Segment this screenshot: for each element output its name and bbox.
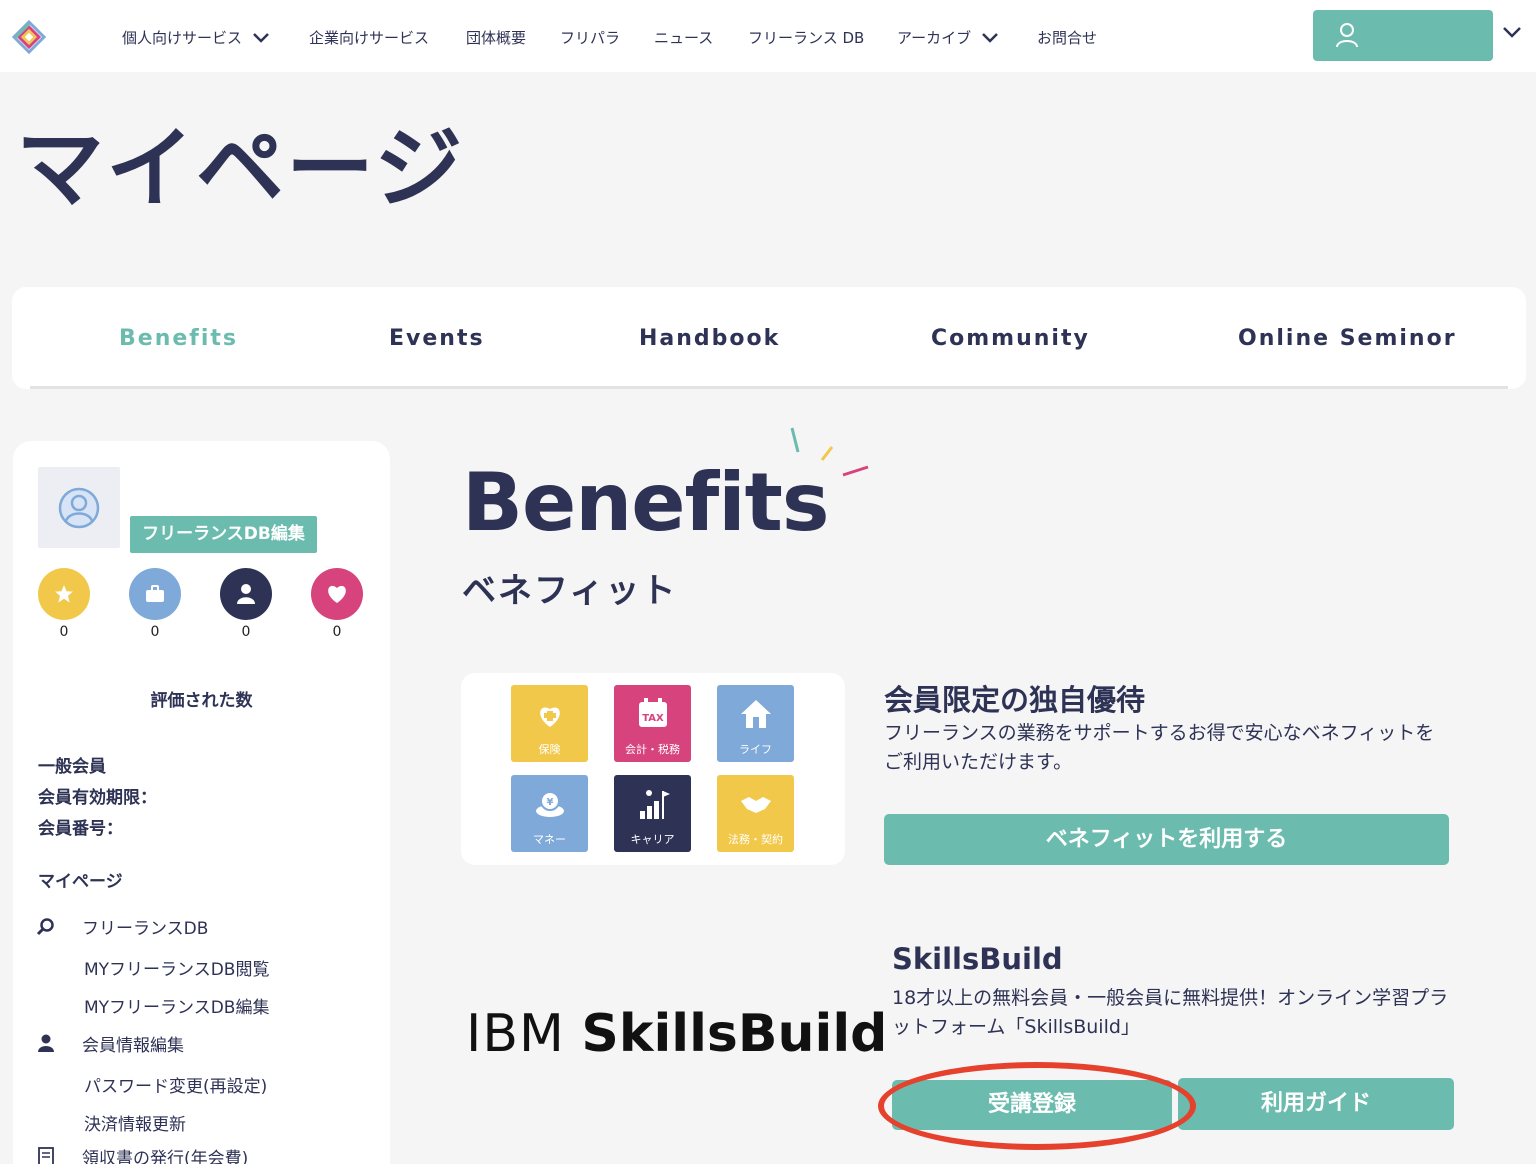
- svg-text:TAX: TAX: [642, 713, 664, 724]
- tile-tax-label: 会計・税務: [625, 743, 680, 756]
- benefits-subheading: ベネフィット: [462, 571, 678, 611]
- money-icon: ¥: [536, 791, 564, 817]
- person-icon: [220, 568, 272, 620]
- tile-legal-label: 法務・契約: [728, 833, 783, 846]
- highlight-ellipse: [878, 1062, 1196, 1150]
- nav-contact-label: お問合せ: [1037, 29, 1098, 47]
- star-icon: [38, 568, 90, 620]
- tab-community[interactable]: Community: [931, 326, 1090, 351]
- sidebar-link-my-db-view[interactable]: MYフリーランスDB閲覧: [84, 955, 269, 980]
- rating-label: 評価された数: [150, 691, 253, 711]
- receipt-icon: [38, 1147, 54, 1164]
- ibm-logo-text: IBM: [466, 1004, 565, 1064]
- nav-about[interactable]: 団体概要: [466, 27, 526, 48]
- freelance-db-edit-button[interactable]: フリーランスDB編集: [130, 516, 317, 553]
- nav-furipara-label: フリパラ: [560, 29, 621, 47]
- user-name: ・・・・: [1369, 27, 1430, 45]
- stat-heart-count: 0: [332, 624, 342, 640]
- nav-freelance-db[interactable]: フリーランス DB: [748, 27, 864, 48]
- user-account-button[interactable]: ・・・・: [1313, 10, 1493, 61]
- nav-archive-label: アーカイブ: [897, 29, 972, 47]
- tab-handbook[interactable]: Handbook: [639, 326, 780, 351]
- nav-contact[interactable]: お問合せ: [1037, 27, 1097, 48]
- sidebar-link-member-edit[interactable]: 会員情報編集: [82, 1031, 184, 1056]
- nav-news-label: ニュース: [654, 29, 714, 47]
- tile-career: キャリア: [614, 775, 691, 852]
- nav-freelance-db-label: フリーランス DB: [748, 29, 865, 47]
- nav-business-services[interactable]: 企業向けサービス: [309, 27, 429, 48]
- page-title: マイページ: [16, 117, 465, 220]
- nav-archive[interactable]: アーカイブ: [897, 27, 999, 48]
- briefcase-icon: [129, 568, 181, 620]
- member-number: 会員番号：: [38, 819, 123, 839]
- sidebar-link-freelance-db[interactable]: フリーランスDB: [82, 914, 208, 939]
- benefit-section-title: 会員限定の独自優待: [884, 683, 1146, 717]
- stat-person: 0: [220, 568, 272, 640]
- tile-money: ¥ マネー: [511, 775, 588, 852]
- tile-career-label: キャリア: [630, 833, 675, 846]
- chevron-down-icon: [253, 32, 269, 43]
- skillsbuild-section-title: SkillsBuild: [892, 942, 1063, 976]
- tab-events[interactable]: Events: [389, 326, 485, 351]
- tile-insurance-label: 保険: [538, 743, 561, 756]
- member-expiry: 会員有効期限：: [38, 788, 157, 808]
- usage-guide-button[interactable]: 利用ガイド: [1178, 1078, 1454, 1130]
- chevron-down-icon[interactable]: [1502, 26, 1522, 40]
- handshake-icon: [741, 797, 771, 813]
- sparkle-decoration: [790, 427, 869, 477]
- top-navbar: 個人向けサービス 企業向けサービス 団体概要 フリパラ ニュース フリーランス …: [0, 0, 1536, 72]
- stat-star: 0: [38, 568, 90, 640]
- insurance-icon: [540, 707, 560, 727]
- mypage-section-title: マイページ: [38, 872, 123, 892]
- tile-money-label: マネー: [533, 833, 566, 846]
- nav-news[interactable]: ニュース: [654, 27, 713, 48]
- sidebar-link-payment[interactable]: 決済情報更新: [84, 1110, 186, 1135]
- stat-briefcase: 0: [129, 568, 181, 640]
- sidebar-link-receipt[interactable]: 領収書の発行(年会費): [82, 1144, 248, 1164]
- tile-life: ライフ: [717, 685, 794, 762]
- benefits-heading: Benefits: [462, 456, 830, 549]
- tab-online-seminor[interactable]: Online Seminor: [1238, 326, 1457, 351]
- tax-icon: TAX: [639, 698, 667, 727]
- sidebar-link-password[interactable]: パスワード変更(再設定): [84, 1072, 267, 1097]
- avatar: [38, 467, 120, 548]
- nav-personal-services-label: 個人向けサービス: [122, 29, 243, 47]
- nav-furipara[interactable]: フリパラ: [560, 27, 620, 48]
- stat-briefcase-count: 0: [150, 624, 160, 640]
- tile-insurance: 保険: [511, 685, 588, 762]
- house-icon: [741, 700, 771, 728]
- site-logo[interactable]: [12, 20, 46, 54]
- chevron-down-icon: [982, 32, 998, 43]
- nav-about-label: 団体概要: [466, 29, 527, 47]
- use-benefits-button[interactable]: ベネフィットを利用する: [884, 814, 1449, 865]
- user-icon: [1336, 23, 1358, 48]
- benefits-image-card: 保険 TAX 会計・税務 ライフ ¥ マネー キャリア 法務・契約: [461, 673, 845, 865]
- skillsbuild-section-desc: 18才以上の無料会員・一般会員に無料提供！オンライン学習プラットフォーム「Ski…: [892, 987, 1449, 1038]
- svg-text:¥: ¥: [547, 797, 554, 808]
- person-icon: [38, 1034, 54, 1052]
- career-icon: [640, 790, 670, 819]
- benefit-section-desc: フリーランスの業務をサポートするお得で安心なベネフィットをご利用いただけます。: [884, 722, 1435, 773]
- ibm-skillsbuild-logo: IBM SkillsBuild: [466, 1004, 887, 1064]
- heart-icon: [311, 568, 363, 620]
- tab-benefits[interactable]: Benefits: [119, 326, 238, 351]
- user-avatar-icon: [58, 487, 100, 529]
- nav-business-services-label: 企業向けサービス: [309, 29, 430, 47]
- tile-tax: TAX 会計・税務: [614, 685, 691, 762]
- sidebar-link-my-db-edit[interactable]: MYフリーランスDB編集: [84, 993, 269, 1018]
- tab-bar-divider: [30, 386, 1508, 389]
- nav-personal-services[interactable]: 個人向けサービス: [122, 27, 270, 48]
- tile-life-label: ライフ: [739, 743, 772, 756]
- stat-heart: 0: [311, 568, 363, 640]
- search-icon: [36, 918, 54, 936]
- stat-person-count: 0: [241, 624, 251, 640]
- tile-legal: 法務・契約: [717, 775, 794, 852]
- skillsbuild-logo-text: SkillsBuild: [581, 1004, 888, 1064]
- member-type: 一般会員: [38, 757, 106, 777]
- stat-star-count: 0: [59, 624, 69, 640]
